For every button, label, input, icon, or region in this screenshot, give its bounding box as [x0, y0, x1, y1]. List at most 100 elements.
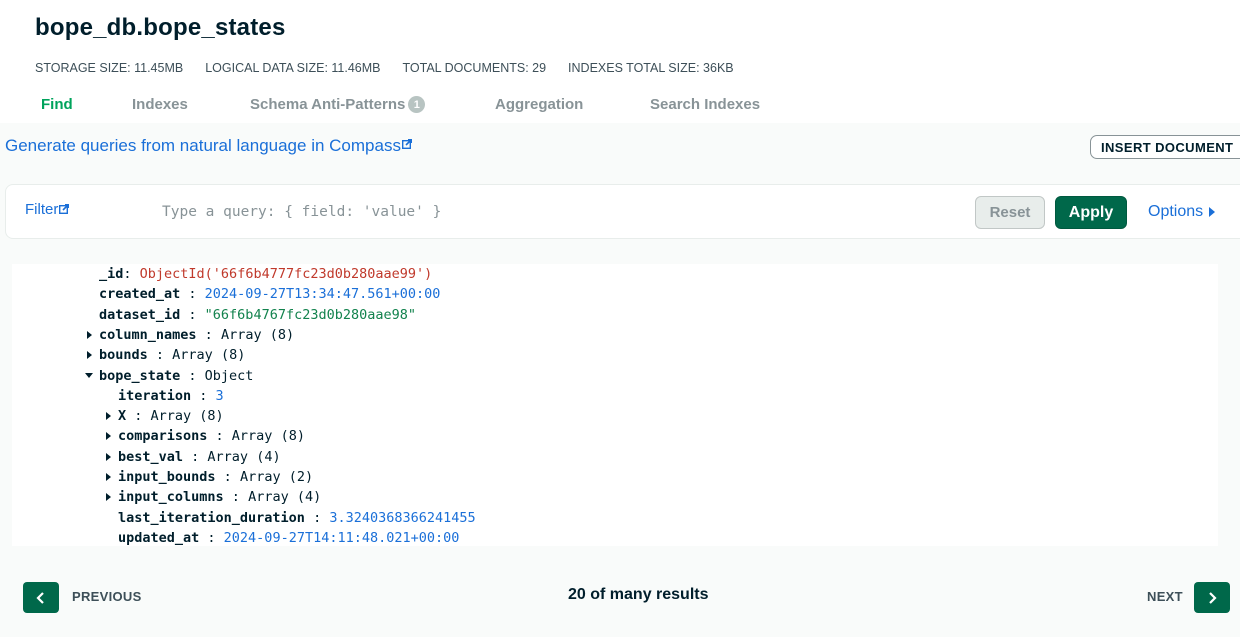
- tab-indexes-label: Indexes: [132, 96, 188, 113]
- field-key: bope_state: [99, 367, 181, 384]
- document-field-bounds[interactable]: bounds : Array (8): [99, 345, 245, 365]
- field-value: Array (8): [172, 347, 246, 364]
- filter-query-input[interactable]: [156, 197, 956, 227]
- natural-language-query-link-text: Generate queries from natural language i…: [5, 136, 401, 155]
- tab-aggregation[interactable]: Aggregation: [495, 96, 583, 113]
- anti-patterns-count-badge: 1: [408, 96, 426, 113]
- filter-label: Filter: [25, 201, 59, 218]
- field-value: Array (8): [231, 428, 305, 445]
- document-field-last-iteration-duration: last_iteration_duration : 3.324036836624…: [118, 508, 476, 528]
- tab-indexes[interactable]: Indexes: [132, 96, 188, 113]
- tab-search-indexes-label: Search Indexes: [650, 96, 761, 113]
- field-key: X: [118, 408, 127, 425]
- document-field-input-bounds[interactable]: input_bounds : Array (2): [118, 467, 313, 487]
- field-separator: :: [180, 367, 205, 384]
- field-key: created_at: [99, 286, 181, 303]
- field-value: 3.3240368366241455: [329, 509, 476, 526]
- caret-right-icon[interactable]: [84, 330, 94, 340]
- field-value: Object: [204, 367, 254, 384]
- document-field-best-val[interactable]: best_val : Array (4): [118, 447, 281, 467]
- document-field-dataset-id: dataset_id : "66f6b4767fc23d0b280aae98": [99, 305, 416, 325]
- toggle-triangle: [105, 412, 111, 421]
- document-field-updated-at: updated_at : 2024-09-27T14:11:48.021+00:…: [118, 528, 459, 548]
- toggle-triangle: [86, 330, 92, 339]
- tab-search-indexes[interactable]: Search Indexes: [650, 96, 760, 113]
- toggle-triangle: [105, 452, 111, 461]
- field-key: last_iteration_duration: [118, 509, 305, 526]
- previous-page-button[interactable]: [23, 582, 59, 613]
- field-value: Array (2): [239, 469, 314, 485]
- field-value: ObjectId('66f6b4777fc23d0b280aae99'): [139, 266, 433, 282]
- options-label: Options: [1148, 203, 1204, 220]
- tab-find-label: Find: [41, 96, 73, 113]
- toggle-triangle: [105, 432, 111, 441]
- document-field-x[interactable]: X : Array (8): [118, 406, 224, 426]
- caret-right-icon[interactable]: [84, 350, 94, 360]
- field-value: Array (4): [248, 489, 322, 506]
- indexes-total-size-stat: INDEXES TOTAL SIZE: 36KB: [568, 61, 734, 75]
- caret-right-icon[interactable]: [103, 452, 113, 462]
- apply-button[interactable]: Apply: [1055, 196, 1127, 229]
- reset-button[interactable]: Reset: [975, 196, 1045, 229]
- document-field-comparisons[interactable]: comparisons : Array (8): [118, 426, 305, 446]
- next-page-button[interactable]: [1194, 582, 1230, 613]
- filter-help-link[interactable]: Filter: [25, 201, 70, 218]
- field-separator: :: [183, 448, 208, 465]
- filter-bar: Filter Reset Apply Options: [5, 184, 1240, 239]
- insert-document-button[interactable]: INSERT DOCUMENT: [1090, 135, 1240, 159]
- caret-right-icon[interactable]: [103, 472, 113, 482]
- field-separator: :: [180, 306, 205, 323]
- tab-find[interactable]: Find: [41, 96, 73, 113]
- field-separator: :: [180, 286, 205, 303]
- caret-right-icon[interactable]: [103, 431, 113, 441]
- toggle-triangle: [85, 373, 93, 378]
- next-page-label[interactable]: NEXT: [1147, 589, 1183, 604]
- field-separator: :: [196, 326, 221, 343]
- logical-data-size-stat: LOGICAL DATA SIZE: 11.46MB: [205, 61, 381, 75]
- document-field-iteration: iteration : 3: [118, 386, 224, 406]
- field-key: best_val: [118, 448, 184, 465]
- external-link-icon: [59, 204, 70, 214]
- field-separator: :: [123, 266, 140, 282]
- field-value: "66f6b4767fc23d0b280aae98": [204, 306, 416, 323]
- document-card: _id: ObjectId('66f6b4777fc23d0b280aae99'…: [12, 264, 1218, 546]
- toggle-triangle: [105, 493, 111, 502]
- caret-right-icon[interactable]: [103, 492, 113, 502]
- field-value: Array (8): [150, 408, 224, 425]
- field-separator: :: [215, 469, 240, 485]
- field-key: column_names: [99, 326, 197, 343]
- tab-schema-anti-patterns[interactable]: Schema Anti-Patterns 1: [250, 96, 426, 113]
- field-separator: :: [191, 387, 216, 404]
- field-value: 2024-09-27T14:11:48.021+00:00: [223, 529, 460, 546]
- caret-right-icon: [1209, 207, 1216, 217]
- document-field-created-at: created_at : 2024-09-27T13:34:47.561+00:…: [99, 284, 440, 304]
- field-separator: :: [126, 408, 151, 425]
- collection-title: bope_db.bope_states: [35, 14, 286, 41]
- total-documents-stat: TOTAL DOCUMENTS: 29: [402, 61, 547, 75]
- field-key: _id: [99, 266, 124, 282]
- chevron-left-icon: [36, 591, 44, 604]
- field-value: Array (4): [207, 448, 281, 465]
- results-count: 20 of many results: [568, 586, 709, 603]
- field-separator: :: [304, 509, 330, 526]
- caret-down-icon[interactable]: [84, 371, 94, 381]
- previous-page-label[interactable]: PREVIOUS: [72, 589, 142, 604]
- toggle-triangle: [86, 351, 92, 360]
- field-value: 3: [215, 387, 224, 404]
- caret-right-icon[interactable]: [103, 411, 113, 421]
- field-separator: :: [199, 529, 224, 546]
- document-field-bope-state[interactable]: bope_state : Object: [99, 366, 253, 386]
- field-value: 2024-09-27T13:34:47.561+00:00: [204, 286, 441, 303]
- natural-language-query-link[interactable]: Generate queries from natural language i…: [5, 136, 412, 156]
- field-key: comparisons: [118, 428, 208, 445]
- storage-size-stat: STORAGE SIZE: 11.45MB: [35, 61, 184, 75]
- document-field-input-columns[interactable]: input_columns : Array (4): [118, 487, 321, 507]
- external-link-icon: [401, 139, 412, 149]
- tab-aggregation-label: Aggregation: [495, 96, 584, 113]
- tab-schema-label: Schema Anti-Patterns: [250, 96, 406, 113]
- document-field-column-names[interactable]: column_names : Array (8): [99, 325, 294, 345]
- field-separator: :: [223, 489, 249, 506]
- collection-header: bope_db.bope_states STORAGE SIZE: 11.45M…: [0, 0, 1240, 123]
- options-toggle[interactable]: Options: [1148, 203, 1216, 221]
- document-field--id: _id: ObjectId('66f6b4777fc23d0b280aae99'…: [99, 264, 432, 284]
